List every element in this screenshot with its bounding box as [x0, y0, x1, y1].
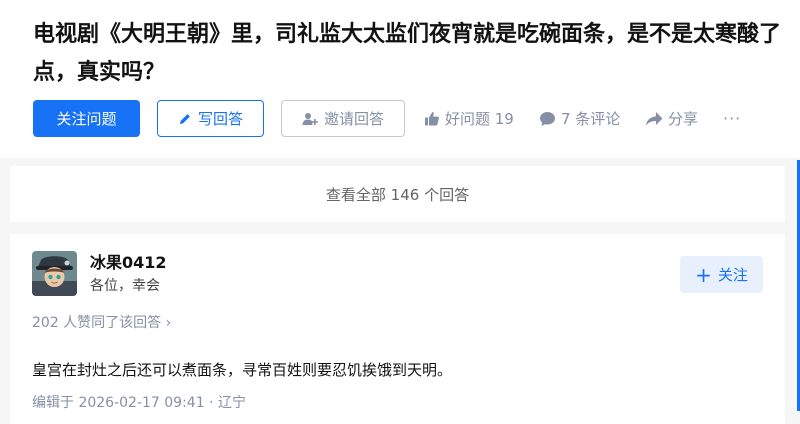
follow-author-button[interactable]: + 关注 [680, 256, 763, 293]
write-answer-button[interactable]: 写回答 [157, 100, 264, 137]
edit-timestamp: 编辑于 2026-02-17 09:41 · 辽宁 [32, 395, 246, 411]
invite-answer-label: 邀请回答 [323, 110, 384, 128]
more-options-button[interactable]: ··· [723, 100, 741, 137]
question-header: 电视剧《大明王朝》里，司礼监大太监们夜宵就是吃碗面条，是不是太寒酸了点，真实吗？… [0, 0, 800, 158]
good-question-label: 好问题 19 [445, 110, 514, 128]
good-question-button[interactable]: 好问题 19 [424, 100, 514, 137]
write-answer-label: 写回答 [197, 110, 243, 128]
comments-label: 7 条评论 [561, 110, 621, 128]
share-label: 分享 [668, 110, 699, 128]
vote-summary[interactable]: 202 人赞同了该回答 › [32, 312, 171, 332]
author-bio: 各位，幸会 [90, 278, 160, 294]
comments-button[interactable]: 7 条评论 [539, 100, 620, 137]
question-actions: 关注问题 写回答 邀请回答 好问题 19 7 条评论 分享 ··· [33, 100, 800, 137]
thumbs-up-icon [425, 111, 439, 125]
share-icon [646, 111, 663, 125]
pencil-icon [179, 113, 190, 124]
plus-icon: + [695, 262, 712, 287]
answer-card: 冰果0412 各位，幸会 + 关注 202 人赞同了该回答 › 皇宫在封灶之后还… [10, 234, 785, 424]
share-button[interactable]: 分享 [645, 100, 698, 137]
comment-icon [540, 111, 555, 126]
follow-author-label: 关注 [717, 266, 748, 284]
person-add-icon [302, 112, 318, 125]
invite-answer-button[interactable]: 邀请回答 [281, 100, 405, 137]
view-all-answers-button[interactable]: 查看全部 146 个回答 [10, 166, 785, 222]
answer-content: 皇宫在封灶之后还可以煮面条，寻常百姓则要忍饥挨饿到天明。 [32, 361, 453, 379]
question-title: 电视剧《大明王朝》里，司礼监大太监们夜宵就是吃碗面条，是不是太寒酸了点，真实吗？ [33, 22, 782, 85]
follow-question-button[interactable]: 关注问题 [33, 100, 140, 137]
author-name[interactable]: 冰果0412 [90, 249, 167, 273]
avatar[interactable] [32, 251, 77, 296]
